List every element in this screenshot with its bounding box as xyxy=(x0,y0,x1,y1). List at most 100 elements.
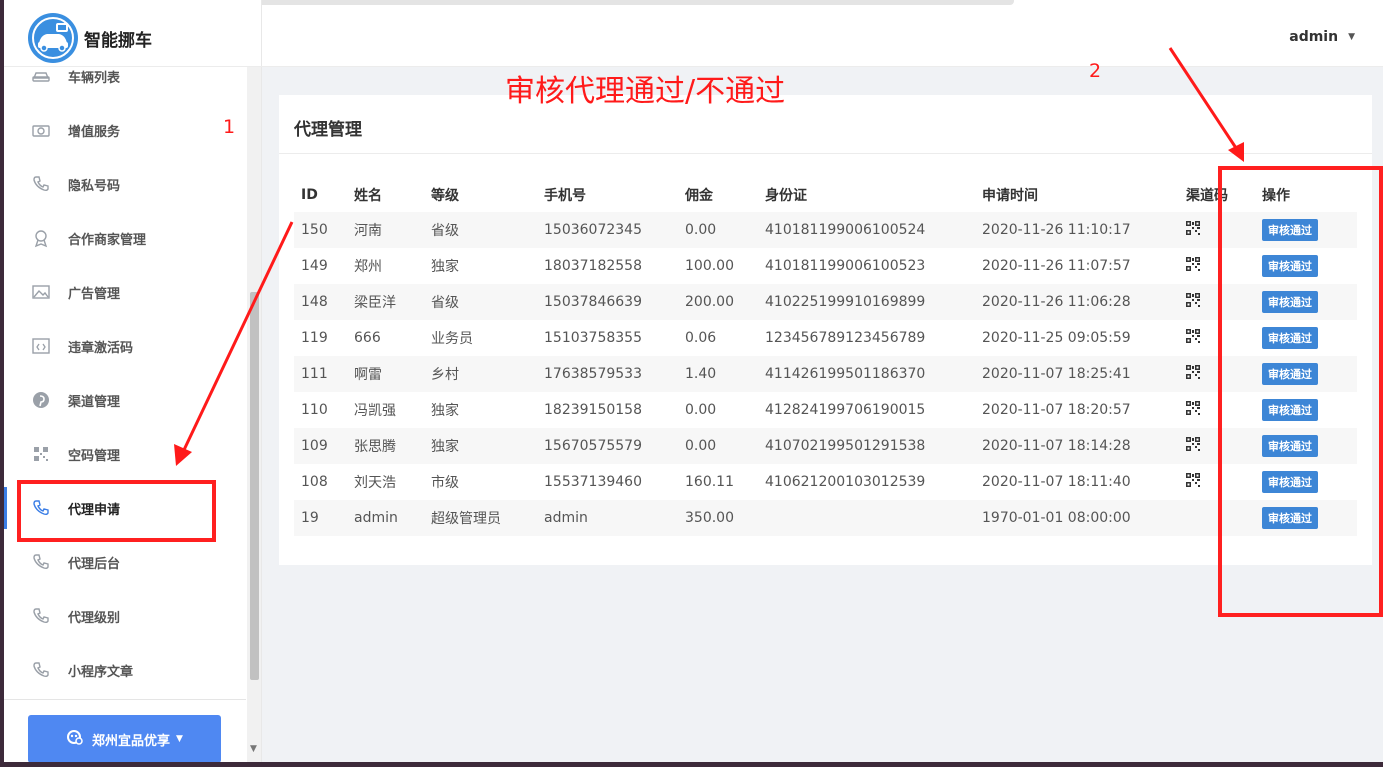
qrcode-icon[interactable] xyxy=(1186,473,1200,491)
cell-phone: 17638579533 xyxy=(537,356,678,392)
cell-id: 109 xyxy=(294,428,347,464)
column-header: 申请时间 xyxy=(982,188,1038,204)
sidebar-item-label: 小程序文章 xyxy=(68,664,134,680)
cell-id: 119 xyxy=(301,330,328,346)
sidebar-item-5[interactable]: 违章激活码 xyxy=(4,319,246,373)
agent-management-panel: 代理管理 ID 姓名 等级 手机号 佣金 身份证 申请时间 渠道码 操作 150 河南 省级 1503… xyxy=(279,95,1372,565)
cell-name: 刘天浩 xyxy=(354,475,396,491)
cell-level: 省级 xyxy=(424,284,537,320)
column-header: 身份证 xyxy=(765,188,807,204)
chevron-down-icon: ▼ xyxy=(176,734,183,744)
cell-time: 2020-11-26 11:07:57 xyxy=(982,258,1131,274)
car-icon xyxy=(31,66,51,86)
sidebar-scrollbar-thumb[interactable] xyxy=(250,292,259,680)
sidebar-item-4[interactable]: 广告管理 xyxy=(4,265,246,319)
sidebar-menu: 车辆列表 增值服务 隐私号码 合作商家管理 广告管理 违章激活码 渠道管理 空码管理 代理申请代… xyxy=(4,49,246,697)
qrcode-icon[interactable] xyxy=(1186,293,1200,311)
qrcode-icon[interactable] xyxy=(1186,365,1200,383)
column-header: ID xyxy=(301,187,318,203)
cell-time: 2020-11-07 18:11:40 xyxy=(982,474,1131,490)
cell-phone: 18239150158 xyxy=(544,402,642,418)
cell-commission: 1.40 xyxy=(678,356,758,392)
table-row: 110 冯凯强 独家 18239150158 0.00 41282419970619001… xyxy=(294,392,1357,428)
cell-id: 110 xyxy=(301,402,328,418)
cell-idcard: 412824199706190015 xyxy=(765,402,926,418)
cell-commission: 0.00 xyxy=(678,428,758,464)
store-switcher-area: 郑州宜品优享 ▼ xyxy=(4,699,246,762)
annotation-marker-2: 2 xyxy=(1089,60,1102,82)
phone-icon xyxy=(31,552,51,572)
phone-icon xyxy=(31,174,51,194)
cell-name: 河南 xyxy=(347,212,424,248)
cell-name: 郑州 xyxy=(354,259,382,275)
sidebar-item-label: 空码管理 xyxy=(68,448,121,464)
sidebar-item-1[interactable]: 增值服务 xyxy=(4,103,246,157)
cell-level: 省级 xyxy=(424,212,537,248)
cell-name: admin xyxy=(347,500,424,536)
annotation-box-actions xyxy=(1218,166,1383,617)
qrcode-icon[interactable] xyxy=(1186,257,1200,275)
store-switcher-button[interactable]: 郑州宜品优享 ▼ xyxy=(28,715,221,762)
chevron-down-icon: ▼ xyxy=(1348,32,1355,42)
sidebar-item-10[interactable]: 代理级别 xyxy=(4,589,246,643)
cell-phone: 15036072345 xyxy=(537,212,678,248)
cell-commission: 0.06 xyxy=(685,330,717,346)
store-name: 郑州宜品优享 xyxy=(92,733,171,749)
table-row: 108 刘天浩 市级 15537139460 160.11 410621200103012… xyxy=(294,464,1357,500)
cell-idcard: 123456789123456789 xyxy=(765,330,926,346)
panel-title: 代理管理 xyxy=(294,120,362,140)
column-header: 姓名 xyxy=(354,188,382,204)
cell-time: 2020-11-07 18:14:28 xyxy=(975,428,1179,464)
annotation-box-menu xyxy=(17,480,216,542)
cell-idcard: 410702199501291538 xyxy=(758,428,975,464)
sidebar-item-label: 广告管理 xyxy=(68,286,121,302)
cell-commission: 200.00 xyxy=(678,284,758,320)
cell-phone: 15103758355 xyxy=(544,330,642,346)
table-row: 109 张思腾 独家 15670575579 0.00 41070219950129153… xyxy=(294,428,1357,464)
cell-level: 乡村 xyxy=(424,356,537,392)
cell-phone: admin xyxy=(537,500,678,536)
cell-id: 111 xyxy=(294,356,347,392)
cell-idcard: 410181199006100524 xyxy=(758,212,975,248)
sidebar-item-6[interactable]: 渠道管理 xyxy=(4,373,246,427)
app-name: 智能挪车 xyxy=(84,30,152,51)
cell-idcard xyxy=(758,500,975,536)
table-row: 150 河南 省级 15036072345 0.00 410181199006100524… xyxy=(294,212,1357,248)
sidebar-item-label: 增值服务 xyxy=(68,124,121,140)
cell-commission: 100.00 xyxy=(685,258,734,274)
cell-commission: 160.11 xyxy=(685,474,734,490)
qrcode-icon[interactable] xyxy=(1186,221,1200,239)
sidebar-item-label: 车辆列表 xyxy=(68,70,121,86)
scroll-down-arrow-icon[interactable]: ▼ xyxy=(250,744,257,754)
qrcode-icon[interactable] xyxy=(1186,401,1200,419)
sidebar-item-7[interactable]: 空码管理 xyxy=(4,427,246,481)
camera-icon xyxy=(31,120,51,140)
sidebar-item-3[interactable]: 合作商家管理 xyxy=(4,211,246,265)
sidebar-item-label: 合作商家管理 xyxy=(68,232,147,248)
cell-phone: 15670575579 xyxy=(537,428,678,464)
app-window: 智能挪车 车辆列表增值服务隐私号码合作商家管理 广告管理违章激活码渠道管理空码管理… xyxy=(4,0,1383,762)
user-menu[interactable]: admin ▼ xyxy=(1289,29,1355,45)
cell-time: 2020-11-25 09:05:59 xyxy=(982,330,1131,346)
cell-phone: 15037846639 xyxy=(537,284,678,320)
cell-idcard: 410225199910169899 xyxy=(758,284,975,320)
sidebar-item-11[interactable]: 小程序文章 xyxy=(4,643,246,697)
qrcode-icon[interactable] xyxy=(1186,437,1200,455)
cell-name: 冯凯强 xyxy=(354,403,396,419)
sidebar-item-0[interactable]: 车辆列表 xyxy=(4,49,246,103)
table-row: 149 郑州 独家 18037182558 100.00 4101811990061005… xyxy=(294,248,1357,284)
column-header: 等级 xyxy=(431,188,459,204)
sidebar-item-9[interactable]: 代理后台 xyxy=(4,535,246,589)
sidebar-item-2[interactable]: 隐私号码 xyxy=(4,157,246,211)
cell-commission: 350.00 xyxy=(678,500,758,536)
qrcode-icon[interactable] xyxy=(1186,329,1200,347)
award-icon xyxy=(31,228,51,248)
cell-idcard: 410621200103012539 xyxy=(765,474,926,490)
cell-id: 19 xyxy=(294,500,347,536)
sidebar-item-label: 渠道管理 xyxy=(68,394,121,410)
cell-commission: 0.00 xyxy=(685,402,717,418)
cell-level: 独家 xyxy=(431,403,459,419)
phone-icon xyxy=(31,606,51,626)
cell-id: 108 xyxy=(301,474,328,490)
cell-name: 张思腾 xyxy=(347,428,424,464)
